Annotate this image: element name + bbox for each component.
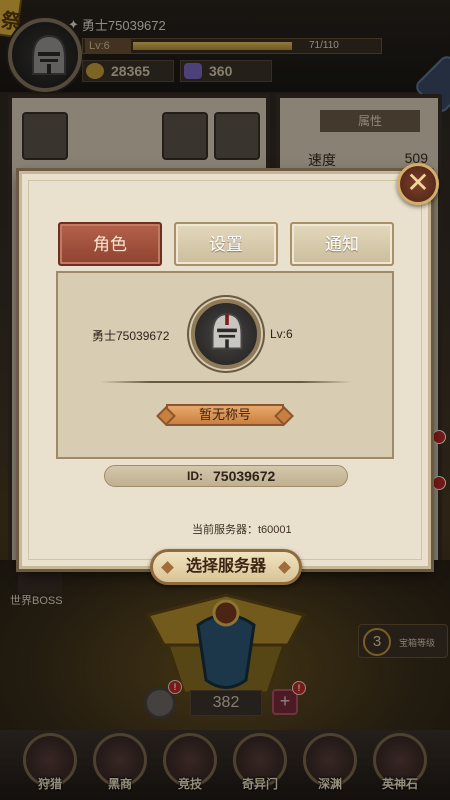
current-server-text: 当前服务器：t60001 — [192, 524, 292, 536]
close-button[interactable]: ✕ — [397, 163, 439, 205]
profile-level: Lv:6 — [270, 327, 293, 341]
id-label: ID: — [187, 469, 203, 483]
player-id-bar: ID: 75039672 — [104, 465, 348, 487]
profile-avatar[interactable] — [191, 299, 261, 369]
tab-character[interactable]: 角色 — [58, 222, 162, 266]
diamond-ornament-icon — [278, 561, 291, 574]
id-value: 75039672 — [213, 468, 276, 484]
profile-name: 勇士75039672 — [92, 329, 170, 343]
diamond-ornament-icon — [161, 561, 174, 574]
select-server-button[interactable]: 选择服务器 — [150, 549, 302, 585]
tab-settings[interactable]: 设置 — [174, 222, 278, 266]
select-server-label: 选择服务器 — [185, 558, 266, 575]
close-x-icon: ✕ — [406, 167, 430, 198]
knight-helmet-icon — [211, 313, 243, 350]
tab-notifications[interactable]: 通知 — [290, 222, 394, 266]
game-screen: 祭 ✦ 勇士75039672 Lv:6 71/110 28365 360 属性 … — [0, 0, 450, 800]
title-badge[interactable]: 暂无称号 — [166, 404, 284, 426]
divider — [100, 381, 352, 383]
